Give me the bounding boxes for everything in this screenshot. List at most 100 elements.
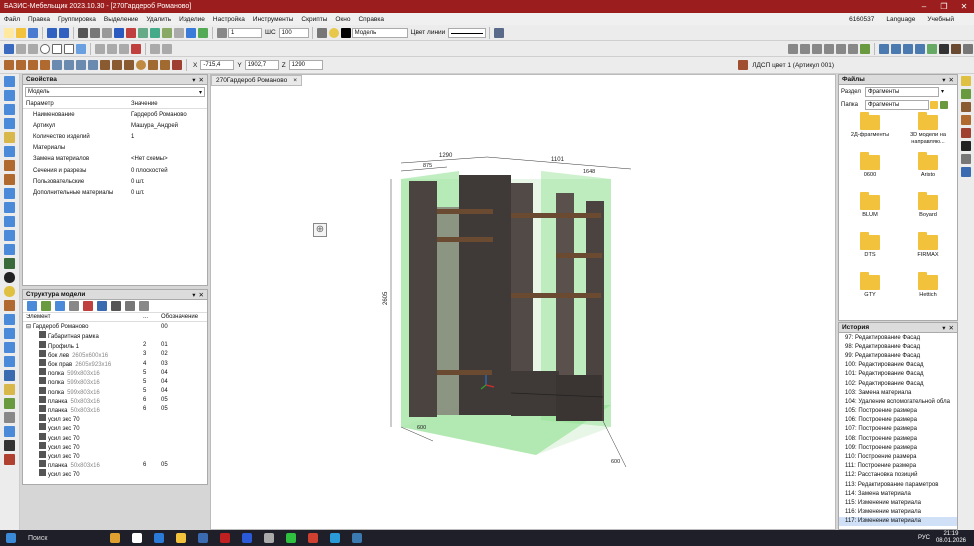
- edge-browser-icon[interactable]: [154, 533, 164, 543]
- view-front-icon[interactable]: [788, 43, 798, 54]
- mirror-panel-icon[interactable]: [4, 216, 15, 227]
- close-button[interactable]: ✕: [954, 2, 974, 11]
- widgets-icon[interactable]: [110, 533, 120, 543]
- folder-select[interactable]: Фрагменты: [865, 99, 929, 110]
- close-icon[interactable]: ✕: [199, 291, 204, 299]
- history-item[interactable]: 99: Редактирование Фасад: [839, 351, 957, 360]
- cabinet2-icon[interactable]: [64, 60, 74, 70]
- panel-horz-icon[interactable]: [4, 174, 15, 185]
- step-field[interactable]: 100: [278, 27, 309, 38]
- material-icon[interactable]: [738, 60, 749, 70]
- pinterest-icon[interactable]: [220, 533, 230, 543]
- color-swatch-icon[interactable]: [340, 27, 351, 38]
- tree-row[interactable]: планка 50x803x16 6 05: [23, 395, 207, 405]
- app-icon[interactable]: [264, 533, 274, 543]
- coord-z-field[interactable]: 1290: [288, 60, 323, 70]
- door-icon[interactable]: [124, 60, 134, 70]
- fit-icon[interactable]: [860, 43, 870, 54]
- tree-row[interactable]: Габаритная рамка: [23, 331, 207, 340]
- layer-name-select[interactable]: Модель: [351, 27, 408, 38]
- menu-tools[interactable]: Инструменты: [253, 16, 294, 23]
- lib-panel-icon[interactable]: [961, 115, 971, 125]
- menu-select[interactable]: Выделение: [104, 16, 138, 23]
- cabinet3-icon[interactable]: [76, 60, 86, 70]
- facade-icon[interactable]: [172, 60, 182, 70]
- new-file-icon[interactable]: [4, 27, 14, 38]
- tree-row[interactable]: усил экс 70: [23, 432, 207, 442]
- start-icon[interactable]: [6, 533, 16, 543]
- search-icon[interactable]: [4, 426, 15, 437]
- folder-item[interactable]: GTY: [841, 272, 899, 311]
- history-item[interactable]: 116: Изменение материала: [839, 508, 957, 517]
- pin-icon[interactable]: ▾: [192, 76, 195, 84]
- edge-icon[interactable]: [4, 314, 15, 325]
- tree-row[interactable]: усил экс 70: [23, 414, 207, 423]
- clock-icon[interactable]: [4, 272, 15, 283]
- zoom-icon[interactable]: [4, 356, 15, 367]
- store-icon[interactable]: [198, 533, 208, 543]
- mirror-icon[interactable]: [162, 43, 172, 54]
- history-item[interactable]: 117: Изменение материала: [839, 516, 957, 526]
- print-icon[interactable]: [316, 27, 327, 38]
- rectangle-tool-icon[interactable]: [52, 43, 62, 54]
- chevron-down-icon[interactable]: ▾: [941, 88, 944, 95]
- drawer2-icon[interactable]: [112, 60, 122, 70]
- folder-item[interactable]: Boyard: [899, 192, 957, 231]
- section3-icon[interactable]: [903, 43, 913, 54]
- telegram-icon[interactable]: [330, 533, 340, 543]
- section4-icon[interactable]: [915, 43, 925, 54]
- tree-row[interactable]: усил экс 70: [23, 423, 207, 432]
- library-icon[interactable]: [961, 76, 971, 86]
- close-icon[interactable]: ✕: [949, 324, 954, 332]
- minimize-button[interactable]: –: [914, 2, 934, 11]
- tree-row[interactable]: планка 50x803x16 6 05: [23, 404, 207, 414]
- polygon-tool-icon[interactable]: [64, 43, 74, 54]
- copy-icon[interactable]: [138, 27, 148, 38]
- viewport[interactable]: 270Гардероб Романово × ⊕ 2605 1290 875 1…: [210, 74, 836, 530]
- history-item[interactable]: 102: Редактирование Фасад: [839, 379, 957, 388]
- save-icon[interactable]: [28, 27, 38, 38]
- trim-icon[interactable]: [107, 43, 117, 54]
- pin-icon[interactable]: ▾: [942, 76, 945, 84]
- close-icon[interactable]: ✕: [199, 76, 204, 84]
- undo-icon[interactable]: [47, 27, 57, 38]
- ortho-icon[interactable]: [198, 27, 208, 38]
- fastener-icon[interactable]: [4, 398, 15, 409]
- coord-x-field[interactable]: -715,4: [200, 60, 235, 70]
- tree-row[interactable]: усил экс 70: [23, 441, 207, 451]
- move-panel-icon[interactable]: [4, 202, 15, 213]
- whatsapp-icon[interactable]: [286, 533, 296, 543]
- prop-row-sections[interactable]: Сечения и разрезы 0 плоскостей: [23, 165, 207, 176]
- menu-scripts[interactable]: Скрипты: [301, 16, 327, 23]
- history-item[interactable]: 114: Замена материала: [839, 489, 957, 498]
- lib-add-icon[interactable]: [961, 89, 971, 99]
- menu-product[interactable]: Изделие: [179, 16, 205, 23]
- language-menu[interactable]: Language: [886, 16, 915, 23]
- rotate-icon[interactable]: [4, 146, 15, 157]
- prop-row-materials[interactable]: Материалы: [23, 143, 207, 154]
- box-icon[interactable]: [4, 90, 15, 101]
- text-icon[interactable]: [4, 370, 15, 381]
- align-icon[interactable]: [150, 43, 160, 54]
- view-back-icon[interactable]: [836, 43, 846, 54]
- coord-y-field[interactable]: 1902,7: [244, 60, 279, 70]
- lib-hardware-icon[interactable]: [961, 154, 971, 164]
- measure-icon[interactable]: [162, 27, 172, 38]
- edge2-icon[interactable]: [4, 328, 15, 339]
- zoom-window-icon[interactable]: [174, 27, 184, 38]
- drawer-icon[interactable]: [100, 60, 110, 70]
- tree-row[interactable]: Профиль 1 2 01: [23, 340, 207, 350]
- select-icon[interactable]: [78, 27, 88, 38]
- tree-remove-icon[interactable]: [83, 301, 93, 311]
- add-folder-icon[interactable]: [940, 100, 948, 109]
- menu-delete[interactable]: Удалить: [146, 16, 171, 23]
- view-icon[interactable]: [186, 27, 196, 38]
- maximize-button[interactable]: ❐: [934, 2, 954, 11]
- snap-icon[interactable]: [102, 27, 112, 38]
- folder-item[interactable]: BLUM: [841, 192, 899, 231]
- section-icon[interactable]: [879, 43, 889, 54]
- taskbar-search[interactable]: Поиск: [28, 535, 98, 542]
- history-item[interactable]: 100: Редактирование Фасад: [839, 361, 957, 370]
- tree-add-icon[interactable]: [41, 301, 51, 311]
- line-style-select[interactable]: [448, 27, 487, 38]
